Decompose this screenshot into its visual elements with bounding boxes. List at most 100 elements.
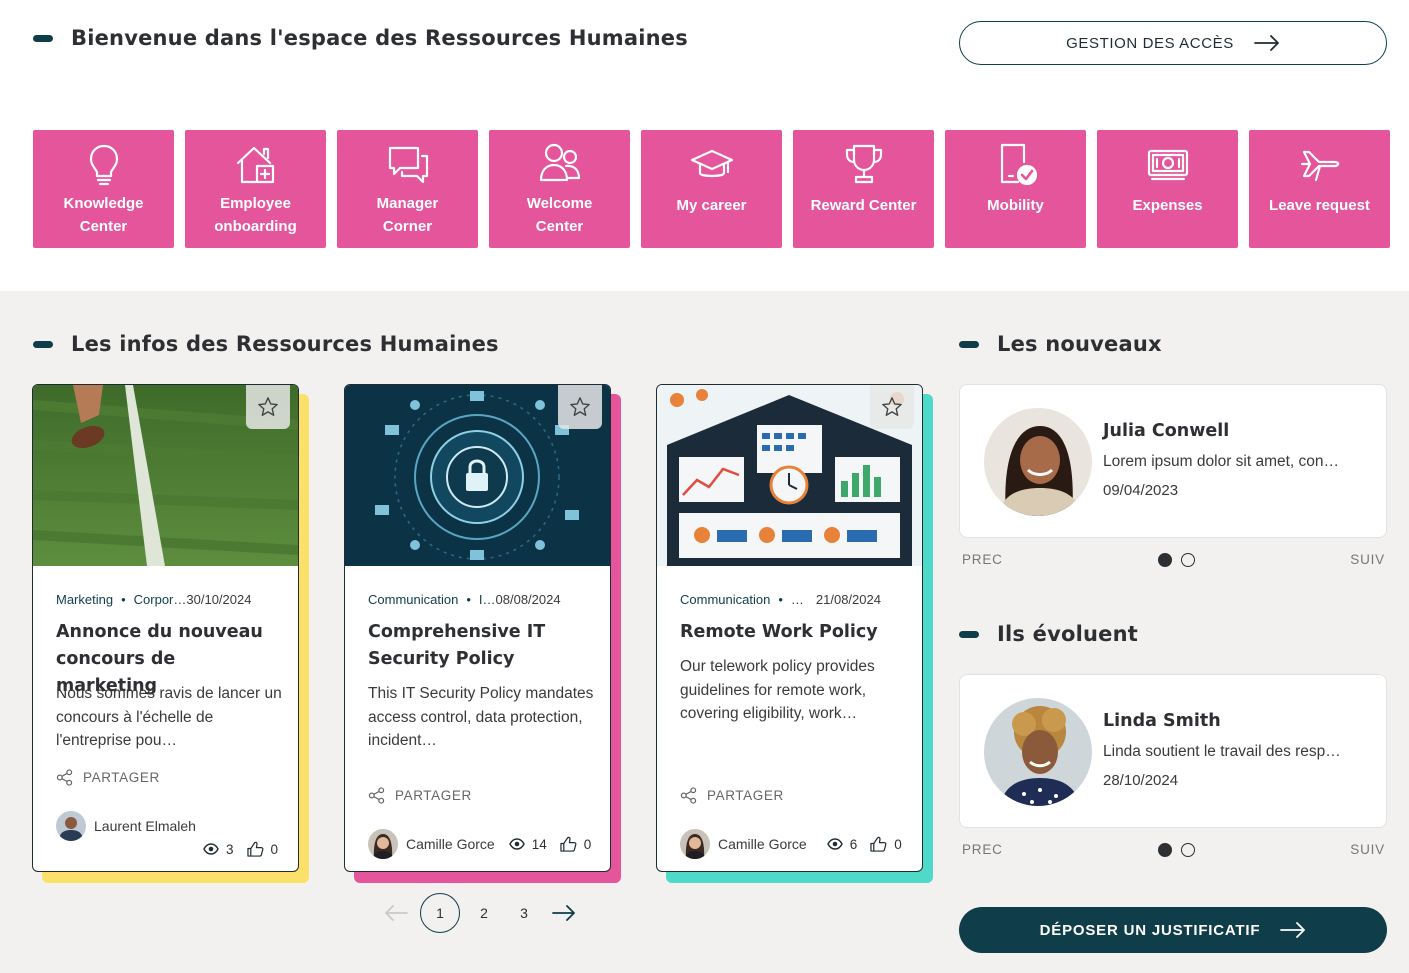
thumbs-up-icon[interactable] — [870, 836, 887, 852]
news-header: Les infos des Ressources Humaines — [33, 332, 499, 356]
card-meta: Communication • I… 08/08/2024 — [368, 592, 561, 607]
page-3-button[interactable]: 3 — [504, 893, 544, 933]
people-icon — [539, 143, 580, 182]
submit-document-button[interactable]: DÉPOSER UN JUSTIFICATIF — [959, 907, 1387, 953]
tile-label-line1: Employee — [220, 195, 291, 212]
tile-leave-request[interactable]: Leave request — [1249, 130, 1390, 248]
carousel-dot-1[interactable] — [1158, 842, 1172, 857]
tile-expenses[interactable]: Expenses — [1097, 130, 1238, 248]
next-page-button[interactable] — [544, 893, 584, 933]
quick-access-tiles: Knowledge Center Employee onboarding Manag… — [33, 130, 1390, 248]
author-name[interactable]: Camille Gorce — [718, 836, 807, 852]
tile-mobility[interactable]: Mobility — [945, 130, 1086, 248]
favorite-star-icon[interactable] — [870, 385, 914, 429]
author-name[interactable]: Laurent Elmaleh — [94, 818, 196, 834]
favorite-star-icon[interactable] — [558, 385, 602, 429]
carousel-dot-1[interactable] — [1158, 552, 1172, 567]
author-name[interactable]: Camille Gorce — [406, 836, 495, 852]
arrow-left-icon — [385, 905, 408, 921]
card-date: 30/10/2024 — [186, 592, 252, 607]
tile-label-line1: Welcome — [526, 195, 593, 212]
card-description: Nous sommes ravis de lancer un concours … — [56, 685, 282, 749]
graduation-cap-icon — [690, 149, 733, 178]
card-author: Camille Gorce 14 0 — [368, 829, 591, 859]
news-card-body: Marketing • Corpor… 30/10/2024 Annonce d… — [32, 384, 299, 872]
page-2-button[interactable]: 2 — [464, 893, 504, 933]
person-name: Julia Conwell — [1103, 421, 1230, 441]
news-card-body: Communication • … 21/08/2024 Remote Work… — [656, 384, 923, 872]
tile-label: Mobility — [987, 197, 1044, 214]
next-button[interactable]: SUIV — [1350, 842, 1385, 857]
card-title[interactable]: Comprehensive IT Security Policy — [368, 619, 593, 673]
newcomer-card[interactable]: Julia Conwell Lorem ipsum dolor sit amet… — [959, 384, 1387, 538]
person-date: 09/04/2023 — [1103, 482, 1179, 499]
promotions-title: Ils évoluent — [997, 622, 1138, 646]
news-card[interactable]: Communication • … 21/08/2024 Remote Work… — [656, 384, 934, 884]
view-count: 6 — [849, 836, 858, 852]
card-description: This IT Security Policy mandates access … — [368, 685, 594, 749]
thumbs-up-icon[interactable] — [246, 841, 264, 857]
avatar — [680, 829, 710, 859]
tile-my-career[interactable]: My career — [641, 130, 782, 248]
carousel-dot-2[interactable] — [1181, 552, 1195, 567]
promotion-card[interactable]: Linda Smith Linda soutient le travail de… — [959, 674, 1387, 828]
pagination: 1 2 3 — [376, 893, 584, 933]
like-count: 0 — [583, 836, 592, 852]
card-subcategory: I… — [478, 592, 496, 607]
share-button[interactable]: PARTAGER — [680, 787, 784, 804]
title-dash — [33, 34, 53, 42]
prev-button[interactable]: PREC — [962, 552, 1003, 567]
prev-button[interactable]: PREC — [962, 842, 1003, 857]
arrow-right-icon — [1280, 922, 1306, 938]
news-title: Les infos des Ressources Humaines — [71, 332, 499, 356]
prev-page-button[interactable] — [376, 893, 416, 933]
access-management-button[interactable]: GESTION DES ACCÈS — [959, 21, 1387, 65]
lightbulb-icon — [89, 144, 118, 186]
card-subcategory: Corpor… — [133, 592, 187, 607]
news-card-body: Communication • I… 08/08/2024 Comprehens… — [344, 384, 611, 872]
newcomers-header: Les nouveaux — [959, 332, 1162, 356]
carousel-dot-2[interactable] — [1181, 842, 1195, 857]
share-button[interactable]: PARTAGER — [368, 787, 472, 804]
title-dash — [959, 630, 979, 638]
eye-icon — [508, 838, 525, 850]
title-dash — [959, 340, 979, 348]
card-author: Laurent Elmaleh — [56, 811, 196, 841]
tile-welcome-center[interactable]: Welcome Center — [489, 130, 630, 248]
card-subcategory: … — [790, 592, 804, 607]
news-card[interactable]: Communication • I… 08/08/2024 Comprehens… — [344, 384, 622, 884]
news-card[interactable]: Marketing • Corpor… 30/10/2024 Annonce d… — [32, 384, 310, 884]
card-description: Our telework policy provides guidelines … — [680, 658, 875, 722]
tile-label-line2: Center — [79, 218, 128, 235]
card-category: Communication — [680, 592, 771, 607]
share-icon — [680, 787, 697, 804]
tile-employee-onboarding[interactable]: Employee onboarding — [185, 130, 326, 248]
tile-label-line1: Knowledge — [63, 195, 144, 212]
avatar — [56, 811, 86, 841]
share-button[interactable]: PARTAGER — [56, 769, 160, 786]
tile-reward-center[interactable]: Reward Center — [793, 130, 934, 248]
eye-icon — [826, 838, 843, 850]
favorite-star-icon[interactable] — [246, 385, 290, 429]
arrow-right-icon — [1253, 35, 1279, 51]
tile-label: My career — [676, 197, 747, 214]
tile-manager-corner[interactable]: Manager Corner — [337, 130, 478, 248]
tile-label: Expenses — [1132, 197, 1203, 214]
access-management-label: GESTION DES ACCÈS — [1066, 34, 1234, 52]
page-1-button[interactable]: 1 — [420, 893, 460, 933]
newcomers-carousel-nav: PREC SUIV — [962, 552, 1385, 567]
card-category: Marketing — [56, 592, 114, 607]
promotions-carousel-nav: PREC SUIV — [962, 842, 1385, 857]
card-stats: 3 0 — [203, 841, 278, 857]
card-meta: Communication • … 21/08/2024 — [680, 592, 881, 607]
tile-knowledge-center[interactable]: Knowledge Center — [33, 130, 174, 248]
page-title: Bienvenue dans l'espace des Ressources H… — [71, 26, 688, 50]
view-count: 3 — [226, 841, 234, 857]
page-header: Bienvenue dans l'espace des Ressources H… — [33, 26, 688, 50]
avatar — [368, 829, 398, 859]
thumbs-up-icon[interactable] — [560, 836, 577, 852]
banknote-icon — [1147, 149, 1188, 181]
card-title[interactable]: Remote Work Policy — [680, 619, 905, 646]
chat-bubbles-icon — [388, 146, 428, 184]
next-button[interactable]: SUIV — [1350, 552, 1385, 567]
